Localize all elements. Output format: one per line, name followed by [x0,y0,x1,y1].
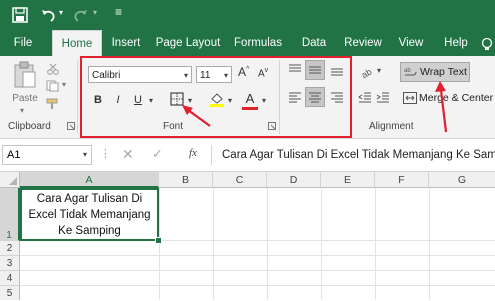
alignment-group-label: Alignment [369,121,414,132]
enter-icon[interactable]: ✓ [152,146,163,162]
decrease-indent-icon[interactable] [358,92,372,104]
tab-home[interactable]: Home [52,30,102,57]
title-bar: ▾ ▾ ≡ [0,0,495,30]
copy-dropdown-icon[interactable]: ▾ [62,80,66,89]
insert-function-icon[interactable]: fx [189,147,197,159]
row-header-5[interactable]: 5 [0,286,20,300]
tab-insert[interactable]: Insert [108,30,144,56]
gridline [20,285,495,286]
group-divider [77,60,78,134]
undo-dropdown-icon[interactable]: ▾ [59,8,63,17]
top-align-icon[interactable] [288,64,302,76]
gridline [159,188,160,300]
column-header-c[interactable]: C [213,172,267,188]
clipboard-launcher-icon[interactable] [67,122,75,130]
clipboard-group-label: Clipboard [8,121,51,132]
annotation-arrow [182,105,211,127]
wrap-text-button[interactable]: ab Wrap Text [400,62,470,82]
name-box-value: A1 [7,149,21,161]
tab-help[interactable]: Help [440,30,472,56]
format-painter-icon[interactable] [46,98,60,110]
row-header-1[interactable]: 1 [0,188,20,241]
cell-a1-text: Cara Agar Tulisan Di Excel Tidak Memanja… [28,192,151,237]
column-header-d[interactable]: D [267,172,321,188]
merge-center-label[interactable]: Merge & Center [419,92,493,104]
vertical-dots-icon: ⋮ [100,148,111,160]
ribbon-tabs: File Home Insert Page Layout Formulas Da… [0,30,495,57]
align-right-icon[interactable] [330,92,344,104]
tab-file[interactable]: File [6,30,40,56]
wrap-text-icon: ab [404,68,417,76]
column-header-f[interactable]: F [375,172,429,188]
gridline [375,188,376,300]
tab-review[interactable]: Review [342,30,384,56]
formula-bar: A1 ▾ ⋮ ✕ ✓ fx Cara Agar Tulisan Di Excel… [0,139,495,172]
cut-icon[interactable] [46,63,60,75]
paste-label[interactable]: Paste [10,93,40,104]
column-header-b[interactable]: B [159,172,213,188]
gridline [321,188,322,300]
merge-center-icon[interactable] [403,92,417,104]
undo-icon[interactable] [40,7,56,23]
tab-page-layout[interactable]: Page Layout [155,30,221,56]
row-header-3[interactable]: 3 [0,256,20,271]
gridline [20,270,495,271]
select-all-icon [9,177,17,185]
align-left-icon[interactable] [288,92,302,104]
fill-handle[interactable] [155,237,162,244]
formula-input[interactable]: Cara Agar Tulisan Di Excel Tidak Memanja… [211,145,495,165]
save-icon[interactable] [12,7,28,23]
bottom-align-icon[interactable] [330,64,344,76]
svg-text:ab: ab [360,67,373,78]
column-header-e[interactable]: E [321,172,375,188]
name-box-dropdown-icon[interactable]: ▾ [83,146,87,164]
svg-text:ab: ab [404,68,411,74]
gridline [20,255,495,256]
orientation-dropdown-icon[interactable]: ▾ [377,66,381,75]
gridline [213,188,214,300]
tab-formulas[interactable]: Formulas [232,30,284,56]
wrap-text-label: Wrap Text [420,66,467,78]
gridline [267,188,268,300]
column-header-a[interactable]: A [20,172,159,188]
redo-icon[interactable] [73,7,89,23]
row-header-2[interactable]: 2 [0,241,20,256]
center-align-button[interactable] [305,87,325,107]
wrap-text-arrow [435,81,448,133]
ribbon: Paste ▾ ▾ Clipboard Calibri ▾ 11 ▾ A^ Av… [0,56,495,139]
lightbulb-icon[interactable] [480,37,494,51]
redo-dropdown-icon[interactable]: ▾ [93,8,97,17]
middle-align-button[interactable] [305,60,325,80]
cancel-icon[interactable]: ✕ [122,146,134,163]
cell-a1[interactable]: Cara Agar Tulisan Di Excel Tidak Memanja… [20,188,159,241]
select-all-button[interactable] [0,172,20,188]
tab-view[interactable]: View [396,30,426,56]
paste-dropdown-icon[interactable]: ▾ [20,106,24,115]
orientation-icon[interactable]: ab [360,64,376,78]
increase-indent-icon[interactable] [376,92,390,104]
middle-align-icon [309,66,321,74]
copy-icon[interactable] [46,80,60,92]
gridline [429,188,430,300]
center-align-icon [309,92,321,103]
paste-icon[interactable] [13,61,37,91]
column-header-g[interactable]: G [429,172,495,188]
tab-data[interactable]: Data [298,30,330,56]
name-box[interactable]: A1 ▾ [2,145,92,165]
row-header-4[interactable]: 4 [0,271,20,286]
customize-qat-icon[interactable]: ≡ [115,5,122,19]
